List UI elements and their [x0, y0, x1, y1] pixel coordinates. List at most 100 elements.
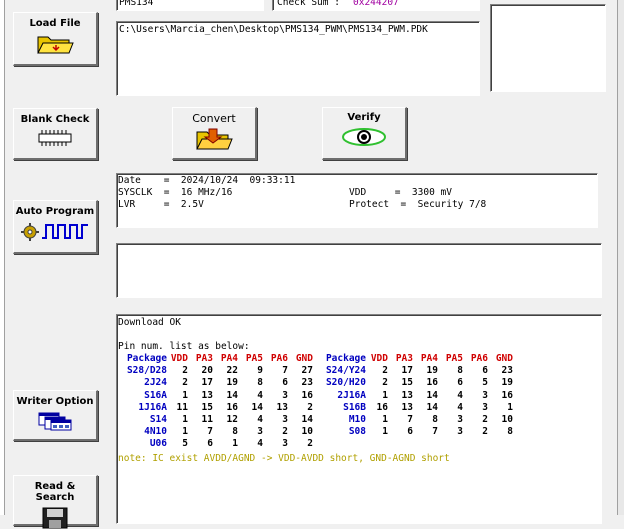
- pin-table-cell: 20: [201, 365, 213, 377]
- pin-table-cell: 27: [301, 365, 313, 377]
- auto-program-button[interactable]: Auto Program: [13, 200, 98, 254]
- pin-table-cell: 15: [201, 401, 213, 413]
- blank-check-label: Blank Check: [20, 114, 90, 125]
- pin-table-header: PA5: [445, 353, 463, 364]
- load-file-button[interactable]: Load File: [13, 12, 98, 66]
- pin-table-cell: 1: [232, 438, 238, 450]
- pin-table-cell: 3: [282, 438, 288, 450]
- pin-table-cell: 8: [457, 365, 463, 377]
- pin-table-cell: 8: [432, 414, 438, 425]
- pin-table-cell: 1: [182, 389, 188, 401]
- pin-table-cell: 3: [282, 389, 288, 401]
- checksum-field: Check Sum : 0x244207: [272, 0, 480, 11]
- pin-table-cell: 23: [501, 365, 513, 377]
- read-search-label: Read & Search: [34, 481, 76, 503]
- pin-table-cell: 19: [501, 377, 513, 389]
- pin-table-cell: 11: [201, 414, 213, 425]
- pin-table-cell: 15: [401, 377, 413, 389]
- pin-table-cell: 14: [251, 401, 263, 413]
- pin-table-header: Package: [325, 353, 366, 364]
- pin-table-cell: 6: [457, 377, 463, 389]
- pin-table-cell: 4: [457, 401, 463, 413]
- pin-table-cell: 4: [257, 414, 263, 425]
- chip-name-field: PMS134: [116, 0, 264, 11]
- writer-option-button[interactable]: Writer Option: [13, 390, 98, 441]
- pin-table-package: S16A: [144, 389, 167, 401]
- pin-table-cell: 6: [207, 438, 213, 450]
- log-note: note: IC exist AVDD/AGND -> VDD-AVDD sho…: [118, 453, 450, 464]
- pin-table-cell: 6: [482, 365, 488, 377]
- pin-table-cell: 14: [426, 401, 438, 413]
- pin-table-cell: 3: [457, 426, 463, 438]
- pin-table-cell: 3: [282, 414, 288, 425]
- pin-table-package: U06: [149, 438, 167, 450]
- gear-pulse-icon: [21, 223, 88, 241]
- pin-table-cell: 10: [501, 414, 513, 425]
- log-status: Download OK: [118, 317, 181, 328]
- read-search-button[interactable]: Read & Search: [13, 475, 98, 529]
- pin-table-cell: 1: [382, 426, 388, 438]
- pin-table-cell: 2: [182, 365, 188, 377]
- info-sysclk: SYSCLK = 16 MHz/16: [118, 187, 233, 198]
- folder-convert-icon: [196, 128, 233, 150]
- convert-label: Convert: [192, 112, 236, 125]
- pin-table-cell: 6: [407, 426, 413, 438]
- pin-table-cell: 1: [382, 389, 388, 401]
- pin-table-package: M10: [348, 414, 366, 425]
- checksum-value: 0x244207: [353, 0, 399, 8]
- pin-table-cell: 23: [301, 377, 313, 389]
- log-panel: Download OK Pin num. list as below: Pack…: [116, 314, 602, 524]
- info-date: Date = 2024/10/24 09:33:11: [118, 175, 296, 186]
- pin-table-cell: 16: [376, 401, 388, 413]
- pin-table-package: S16B: [343, 401, 366, 413]
- info-protect: Protect = Security 7/8: [349, 199, 487, 210]
- pin-table-cell: 6: [282, 377, 288, 389]
- pin-table-cell: 14: [301, 414, 313, 425]
- window-stack-icon: [38, 412, 72, 431]
- pin-table-cell: 1: [182, 426, 188, 438]
- pin-table-header: VDD: [170, 353, 188, 364]
- pin-table-cell: 19: [226, 377, 238, 389]
- verify-label: Verify: [347, 112, 381, 123]
- pin-table-cell: 16: [226, 401, 238, 413]
- pin-table-cell: 1: [382, 414, 388, 425]
- pin-table-cell: 3: [257, 426, 263, 438]
- pin-table-cell: 2: [382, 377, 388, 389]
- pin-table-cell: 13: [201, 389, 213, 401]
- pin-table-cell: 4: [257, 389, 263, 401]
- pin-table-cell: 2: [182, 377, 188, 389]
- pin-table-package: 1J16A: [138, 401, 167, 413]
- message-panel: [116, 243, 602, 298]
- verify-button[interactable]: Verify: [322, 107, 407, 160]
- writer-option-label: Writer Option: [16, 396, 94, 407]
- file-path-panel: C:\Users\Marcia_chen\Desktop\PMS134_PWM\…: [116, 21, 480, 96]
- pin-table-header: PA6: [470, 353, 488, 364]
- auto-program-label: Auto Program: [15, 206, 95, 217]
- pin-table-header: PA3: [395, 353, 413, 364]
- info-panel: Date = 2024/10/24 09:33:11 SYSCLK = 16 M…: [116, 173, 598, 228]
- pin-table-cell: 2: [282, 426, 288, 438]
- pin-table-cell: 5: [482, 377, 488, 389]
- preview-panel: [490, 4, 606, 92]
- blank-check-button[interactable]: Blank Check: [13, 108, 98, 160]
- pin-table-cell: 13: [276, 401, 288, 413]
- pin-table-cell: 17: [201, 377, 213, 389]
- save-disk-icon: [42, 507, 68, 529]
- pin-table-package: S28/D28: [126, 365, 167, 377]
- log-pin-title: Pin num. list as below:: [118, 341, 250, 352]
- pin-table-cell: 7: [432, 426, 438, 438]
- pin-table-cell: 10: [301, 426, 313, 438]
- pin-table-package: 4N10: [144, 426, 167, 438]
- pin-table-cell: 3: [482, 401, 488, 413]
- window-frame-left: [0, 0, 5, 515]
- pin-table-cell: 13: [401, 389, 413, 401]
- pin-table-cell: 3: [482, 389, 488, 401]
- pin-table-header: VDD: [370, 353, 388, 364]
- pin-table-header: PA4: [420, 353, 438, 364]
- file-path-text: C:\Users\Marcia_chen\Desktop\PMS134_PWM\…: [119, 24, 428, 35]
- pin-table-cell: 16: [426, 377, 438, 389]
- pin-table-cell: 14: [226, 389, 238, 401]
- pin-table-header: PA4: [220, 353, 238, 364]
- convert-button[interactable]: Convert: [172, 107, 257, 160]
- pin-table-header: PA5: [245, 353, 263, 364]
